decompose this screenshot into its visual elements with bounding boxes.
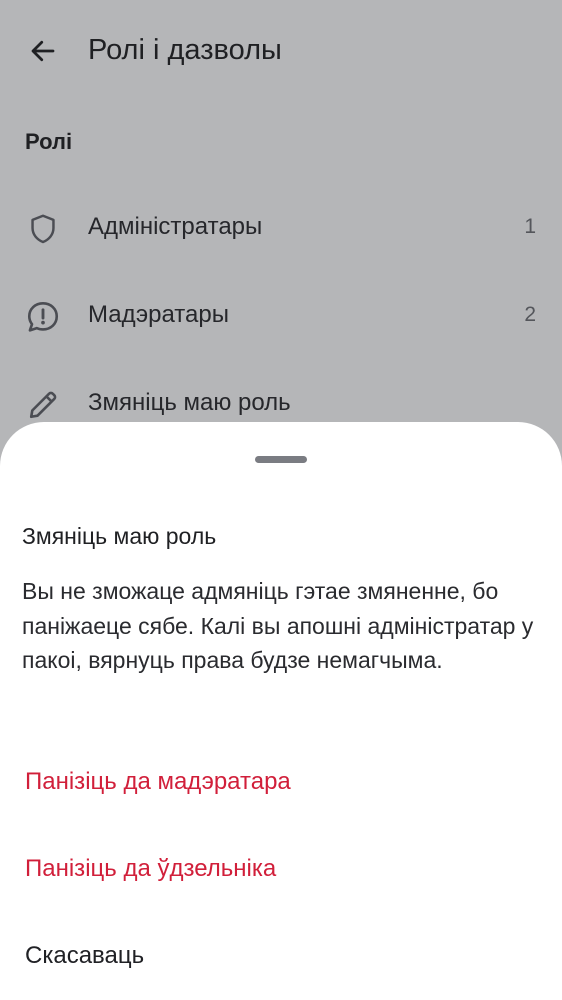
pencil-icon [24, 386, 62, 424]
cancel-button[interactable]: Скасаваць [0, 918, 562, 994]
back-button[interactable] [20, 28, 66, 74]
roles-item-admins[interactable]: Адміністратары 1 [0, 184, 562, 272]
action-label: Панізіць да ўдзельніка [25, 855, 277, 882]
action-label: Панізіць да мадэратара [25, 768, 291, 795]
roles-item-label: Мадэратары [88, 301, 229, 328]
demote-to-moderator-button[interactable]: Панізіць да мадэратара [0, 744, 562, 820]
action-label: Скасаваць [25, 942, 145, 969]
drag-handle[interactable] [255, 456, 307, 463]
roles-section-header: Ролі [25, 129, 73, 154]
roles-item-label: Адміністратары [88, 213, 263, 240]
shield-icon [24, 210, 62, 248]
demote-to-member-button[interactable]: Панізіць да ўдзельніка [0, 831, 562, 907]
roles-item-label: Змяніць маю роль [88, 389, 291, 416]
speech-bubble-exclamation-icon [24, 298, 62, 336]
roles-item-moderators[interactable]: Мадэратары 2 [0, 272, 562, 360]
sheet-message: Вы не зможаце адмяніць гэтае змяненне, б… [22, 578, 534, 673]
roles-item-count: 2 [524, 303, 536, 326]
page-title: Ролі і дазволы [88, 34, 282, 66]
roles-item-count: 1 [524, 215, 536, 238]
arrow-left-icon [31, 40, 55, 62]
sheet-title: Змяніць маю роль [22, 523, 217, 549]
change-role-bottom-sheet: Змяніць маю роль Вы не зможаце адмяніць … [0, 422, 562, 1000]
top-app-bar: Ролі і дазволы [0, 0, 562, 100]
